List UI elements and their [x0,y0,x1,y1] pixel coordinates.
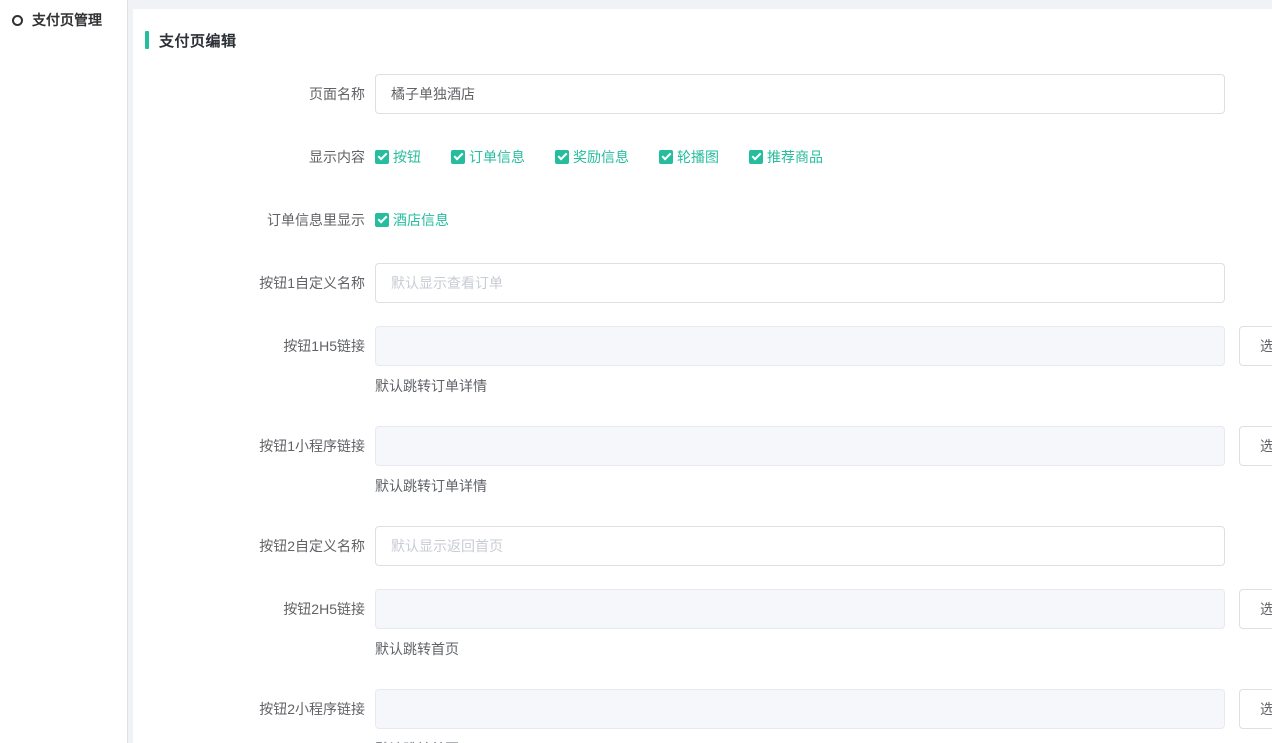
display-content-checkbox-group: 按钮 订单信息 奖励信息 轮播图 推荐商品 [375,137,853,177]
button1-miniprogram-link-input[interactable] [375,426,1225,466]
checkbox-carousel[interactable]: 轮播图 [659,147,719,167]
field-label: 按钮2自定义名称 [133,526,375,566]
checkbox-hotel-info[interactable]: 酒店信息 [375,210,449,230]
form-row-button1-h5-link: 按钮1H5链接 选 默认跳转订单详情 [133,326,1272,396]
field-label: 页面名称 [133,74,375,114]
checkmark-icon [749,150,763,164]
checkmark-icon [659,150,673,164]
form-row-button2-custom-name: 按钮2自定义名称 [133,526,1272,566]
checkbox-button[interactable]: 按钮 [375,147,421,167]
checkmark-icon [451,150,465,164]
checkbox-recommended-products[interactable]: 推荐商品 [749,147,823,167]
sidebar: 支付页管理 [0,0,128,743]
button2-miniprogram-select-button[interactable]: 选 [1239,689,1272,729]
form-row-button2-h5-link: 按钮2H5链接 选 默认跳转首页 [133,589,1272,659]
page-name-input[interactable] [375,74,1225,114]
field-label: 按钮2H5链接 [133,589,375,629]
form-row-order-info-display: 订单信息里显示 酒店信息 [133,200,1272,240]
button1-miniprogram-select-button[interactable]: 选 [1239,426,1272,466]
helper-text: 默认跳转订单详情 [375,477,1272,496]
helper-text: 默认跳转订单详情 [375,377,1272,396]
field-label: 订单信息里显示 [133,200,375,240]
form-row-display-content: 显示内容 按钮 订单信息 奖励信息 轮播图 推荐商品 [133,137,1272,177]
sidebar-item-payment-page-management[interactable]: 支付页管理 [0,0,127,40]
page-title: 支付页编辑 [159,30,237,51]
checkmark-icon [375,213,389,227]
field-label: 按钮1H5链接 [133,326,375,366]
section-title: 支付页编辑 [145,30,1272,50]
circle-icon [12,15,23,26]
button2-h5-link-input[interactable] [375,589,1225,629]
checkbox-reward-info[interactable]: 奖励信息 [555,147,629,167]
button1-custom-name-input[interactable] [375,263,1225,303]
helper-text: 默认跳转首页 [375,640,1272,659]
form-row-button1-custom-name: 按钮1自定义名称 [133,263,1272,303]
field-label: 按钮1自定义名称 [133,263,375,303]
field-label: 按钮1小程序链接 [133,426,375,466]
field-label: 显示内容 [133,137,375,177]
form-row-button1-miniprogram-link: 按钮1小程序链接 选 默认跳转订单详情 [133,426,1272,496]
button1-h5-select-button[interactable]: 选 [1239,326,1272,366]
section-title-bar [145,31,149,49]
button2-miniprogram-link-input[interactable] [375,689,1225,729]
form-row-page-name: 页面名称 [133,74,1272,114]
form-row-button2-miniprogram-link: 按钮2小程序链接 选 默认跳转首页 [133,689,1272,743]
order-info-checkbox-group: 酒店信息 [375,200,479,240]
sidebar-item-label: 支付页管理 [32,10,102,30]
button2-custom-name-input[interactable] [375,526,1225,566]
checkmark-icon [555,150,569,164]
button1-h5-link-input[interactable] [375,326,1225,366]
button2-h5-select-button[interactable]: 选 [1239,589,1272,629]
payment-page-edit-card: 支付页编辑 页面名称 显示内容 按钮 订单信息 奖励信息 轮播图 [133,9,1272,743]
checkbox-order-info[interactable]: 订单信息 [451,147,525,167]
field-label: 按钮2小程序链接 [133,689,375,729]
checkmark-icon [375,150,389,164]
